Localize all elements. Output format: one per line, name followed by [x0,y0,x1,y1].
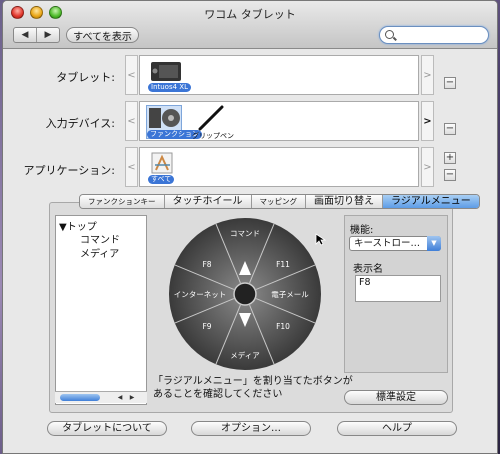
back-button[interactable]: ◀ [14,28,37,42]
cursor-icon [315,233,327,246]
grip-pen-label: グリップペン [192,132,234,140]
all-apps-label: すべて [148,175,175,184]
title-bar: ワコム タブレット ◀ ▶ すべてを表示 [3,1,497,49]
function-select-value: キーストロー… [354,238,421,249]
chevron-down-icon[interactable]: ▼ [427,236,441,251]
menu-tree[interactable]: ▼トップ コマンド メディア [55,215,147,405]
preferences-window: ワコム タブレット ◀ ▶ すべてを表示 タブレット: < Intuos4 XL… [2,0,498,454]
tree-item-command[interactable]: コマンド [80,231,120,246]
tab-touch-wheel[interactable]: タッチホイール [164,195,252,208]
radial-menu-note: 「ラジアルメニュー」を割り当てたボタンがあることを確認してください [153,376,353,400]
input-device-list[interactable]: ファンクション グリップペン [139,101,419,141]
tablet-scroll-right[interactable]: > [421,55,434,95]
function-item[interactable]: ファンクション [146,105,202,139]
input-device-label: 入力デバイス: [45,117,115,130]
scroll-left-icon[interactable]: ◀ [115,393,125,403]
segment-email[interactable]: 電子メール [271,290,309,299]
segment-f8[interactable]: F8 [202,260,211,269]
display-name-label: 表示名 [353,264,383,275]
search-icon [385,30,394,39]
segment-media[interactable]: メディア [230,350,259,360]
scroll-right-icon[interactable]: ▶ [127,393,137,403]
display-name-field[interactable]: F8 [355,275,441,302]
function-label: 機能: [350,225,374,236]
tree-scrollbar[interactable]: ◀ ▶ [55,391,147,403]
segment-command[interactable]: コマンド [230,229,260,238]
tablet-scroll-left[interactable]: < [125,55,138,95]
tab-function-keys[interactable]: ファンクションキー [80,195,165,208]
applications-icon [151,152,173,174]
about-tablet-button[interactable]: タブレットについて [47,421,167,436]
tablet-remove-button[interactable]: − [444,77,456,89]
app-scroll-left[interactable]: < [125,147,138,187]
function-keys-icon [149,108,180,128]
application-list[interactable]: すべて [139,147,419,187]
function-select[interactable]: キーストロー… ▼ [349,236,441,251]
tablet-item-label: Intuos4 XL [148,83,191,92]
app-add-button[interactable]: + [444,152,456,164]
segment-f10[interactable]: F10 [276,322,290,331]
scroll-thumb[interactable] [60,394,100,401]
forward-button[interactable]: ▶ [37,28,59,42]
help-button[interactable]: ヘルプ [337,421,457,436]
pen-icon [198,105,224,131]
segment-internet[interactable]: インターネット [174,290,227,299]
application-label: アプリケーション: [23,164,116,177]
app-remove-button[interactable]: − [444,169,456,181]
grip-pen-item[interactable]: グリップペン [188,105,248,140]
radial-menu-wheel[interactable]: コマンド F11 電子メール F10 メディア F9 インターネット F8 [167,217,327,375]
tab-bar: ファンクションキー タッチホイール マッピング 画面切り替え ラジアルメニュー [79,194,480,209]
tab-screen-switch[interactable]: 画面切り替え [306,195,383,208]
tab-mapping[interactable]: マッピング [251,195,306,208]
search-field[interactable] [379,26,489,44]
tab-radial-menu[interactable]: ラジアルメニュー [383,195,479,208]
input-scroll-right[interactable]: > [421,101,434,141]
tablet-icon [151,62,181,81]
options-button[interactable]: オプション… [191,421,311,436]
app-scroll-right[interactable]: > [421,147,434,187]
all-apps-item[interactable]: すべて [146,151,182,185]
back-forward-control[interactable]: ◀ ▶ [13,27,60,43]
tablet-list[interactable]: Intuos4 XL [139,55,419,95]
show-all-button[interactable]: すべてを表示 [66,27,139,43]
tablet-label: タブレット: [56,71,115,84]
tree-item-media[interactable]: メディア [80,245,119,260]
segment-f9[interactable]: F9 [202,322,211,331]
window-title: ワコム タブレット [204,8,296,21]
segment-f11[interactable]: F11 [276,260,290,269]
wheel-center-button[interactable] [233,282,257,306]
tablet-item[interactable]: Intuos4 XL [148,59,191,93]
default-button[interactable]: 標準設定 [344,390,448,405]
input-scroll-left[interactable]: < [125,101,138,141]
input-remove-button[interactable]: − [444,123,456,135]
